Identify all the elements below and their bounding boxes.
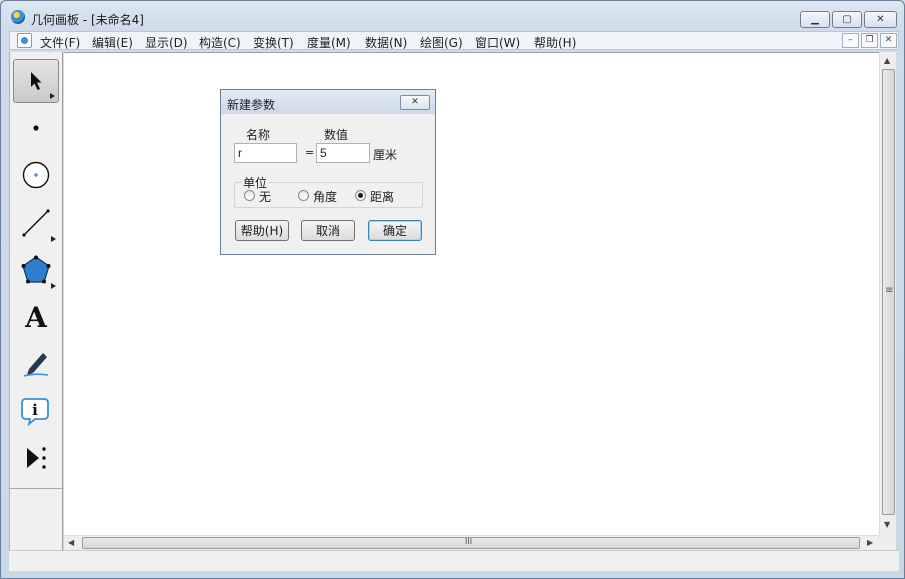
information-icon: i [21,398,49,426]
resize-grip[interactable] [879,535,896,550]
minimize-button[interactable]: ▁ [800,11,830,28]
text-tool[interactable]: A [13,295,59,339]
dialog-title-bar: 新建参数 ✕ [221,90,435,114]
menu-data[interactable]: 数据(N) [363,33,409,52]
parameter-name-input[interactable]: r [234,143,297,163]
point-icon [33,125,39,131]
window-title: 几何画板 - [未命名4] [31,13,144,27]
straightedge-segment-icon [22,209,50,237]
menu-bar: 文件(F) 编辑(E) 显示(D) 构造(C) 变换(T) 度量(M) 数据(N… [9,31,899,50]
compass-circle-icon [22,161,50,189]
dialog-title: 新建参数 [227,98,276,112]
scroll-down-icon[interactable]: ▼ [884,520,890,529]
mdi-restore-button[interactable]: ❐ [861,33,878,48]
information-tool[interactable]: i [13,389,59,433]
close-button[interactable]: ✕ [864,11,897,28]
information-glyph: i [32,401,38,419]
unit-suffix: 厘米 [373,148,398,162]
custom-tool-icon [27,447,46,469]
menu-file[interactable]: 文件(F) [38,33,82,52]
scroll-up-icon[interactable]: ▲ [884,56,890,65]
menu-edit[interactable]: 编辑(E) [90,33,135,52]
dialog-close-button[interactable]: ✕ [400,95,430,110]
menu-construct[interactable]: 构造(C) [197,33,243,52]
text-icon: A [25,300,47,334]
arrow-select-icon [31,72,42,90]
value-label: 数值 [324,128,349,142]
arrow-select-tool[interactable] [13,59,59,103]
mdi-minimize-button[interactable]: – [842,33,859,48]
grip-icon: III [465,537,473,546]
mdi-close-button[interactable]: ✕ [880,33,897,48]
toolbox: A i [9,52,63,550]
grip-icon: ≡ [885,285,894,296]
menu-transform[interactable]: 变换(T) [251,33,296,52]
horizontal-scrollbar[interactable]: ◀ III ▶ [64,535,879,550]
sketch-canvas[interactable] [64,52,879,535]
help-button[interactable]: 帮助(H) [235,220,289,241]
unit-none-radio[interactable] [244,190,255,201]
polygon-icon [21,255,51,284]
compass-tool[interactable] [13,153,59,197]
document-icon[interactable] [17,33,32,48]
submenu-triangle-icon [51,236,56,242]
polygon-tool[interactable] [13,248,59,292]
menu-display[interactable]: 显示(D) [143,33,190,52]
sketchpad-app-icon [11,10,25,24]
status-bar [9,550,899,571]
submenu-triangle-icon [51,283,56,289]
marker-tool[interactable] [13,342,59,386]
cancel-button[interactable]: 取消 [301,220,355,241]
name-label: 名称 [246,128,271,142]
app-window: 几何画板 - [未命名4] ▁ ▢ ✕ 文件(F) 编辑(E) 显示(D) 构造… [0,0,905,579]
new-parameter-dialog: 新建参数 ✕ 名称 数值 r = 5 厘米 单位 无 角度 距离 帮助(H) 取… [220,89,436,255]
submenu-triangle-icon [50,93,55,99]
horizontal-scroll-thumb[interactable]: III [82,537,860,549]
parameter-value-input[interactable]: 5 [316,143,370,163]
unit-none-label[interactable]: 无 [259,188,271,205]
unit-distance-label[interactable]: 距离 [370,188,394,205]
equals-sign: = [305,146,315,159]
point-tool[interactable] [13,106,59,150]
vertical-scroll-thumb[interactable]: ≡ [882,69,895,515]
unit-angle-label[interactable]: 角度 [313,188,337,205]
custom-tool[interactable] [13,436,59,480]
unit-distance-radio[interactable] [355,190,366,201]
vertical-scrollbar[interactable]: ▲ ≡ ▼ [879,52,896,535]
menu-measure[interactable]: 度量(M) [305,33,353,52]
title-bar: 几何画板 - [未命名4] ▁ ▢ ✕ [1,1,904,31]
scroll-right-icon[interactable]: ▶ [867,538,873,547]
toolbox-divider [10,488,63,489]
menu-help[interactable]: 帮助(H) [532,33,578,52]
marker-pen-icon [23,353,49,377]
scroll-left-icon[interactable]: ◀ [68,538,74,547]
menu-graph[interactable]: 绘图(G) [418,33,465,52]
unit-angle-radio[interactable] [298,190,309,201]
maximize-button[interactable]: ▢ [832,11,862,28]
menu-window[interactable]: 窗口(W) [473,33,522,52]
ok-button[interactable]: 确定 [368,220,422,241]
straightedge-tool[interactable] [13,201,59,245]
